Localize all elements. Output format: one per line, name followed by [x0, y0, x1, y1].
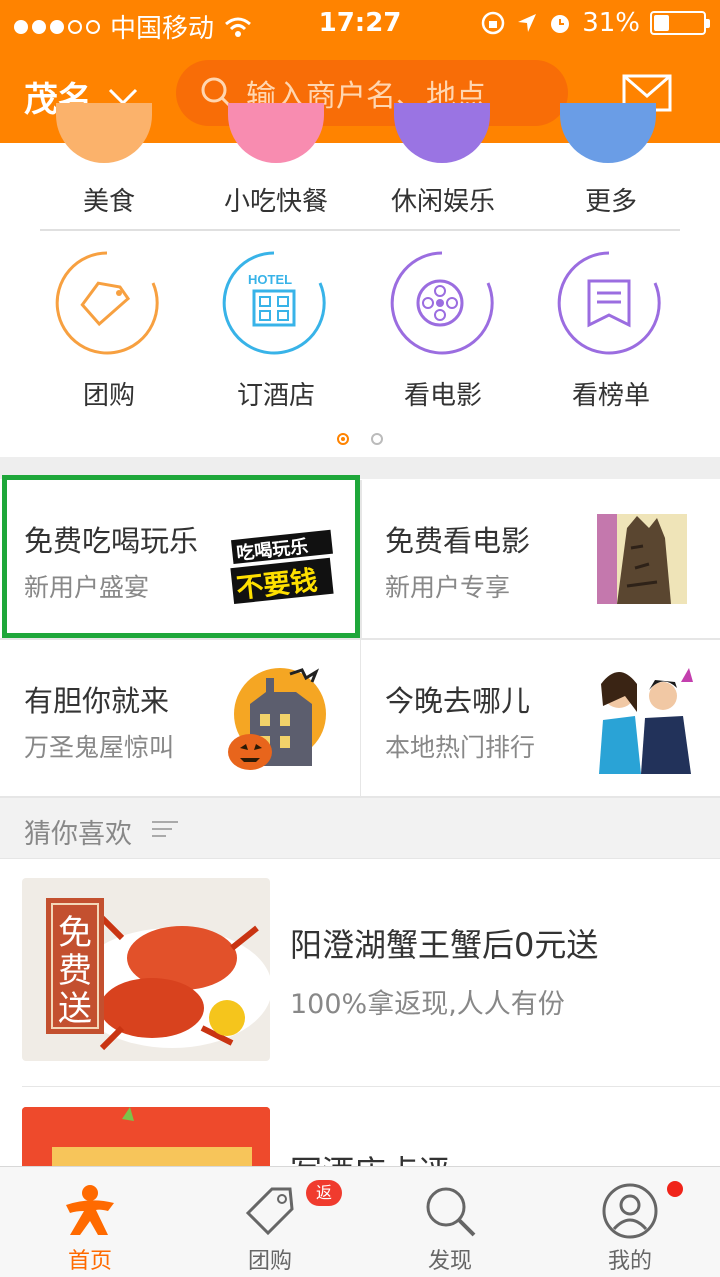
category-food[interactable]: 美食: [24, 181, 194, 218]
home-person-icon: [66, 1185, 114, 1235]
filter-lines-icon: [152, 821, 178, 837]
rebate-badge: 返: [306, 1180, 342, 1206]
page-dot: [371, 433, 383, 445]
category-movie[interactable]: 看电影: [358, 375, 528, 412]
crab-image: 免 费 送: [22, 878, 270, 1061]
review-image: [22, 1107, 270, 1167]
promo-title: 免费看电影: [385, 524, 531, 558]
hotel-icon[interactable]: HOTEL: [222, 251, 326, 355]
crab-stamp-char-3: 送: [58, 989, 92, 1029]
tab-home[interactable]: 首页: [0, 1167, 180, 1277]
promo-subtitle: 万圣鬼屋惊叫: [24, 733, 175, 762]
item-title: 写酒店点评: [290, 1147, 450, 1167]
category-leisure[interactable]: 休闲娱乐: [358, 181, 528, 218]
promo-subtitle: 本地热门排行: [385, 733, 536, 762]
tree-character-image: [597, 514, 687, 604]
ranking-list-icon[interactable]: [557, 251, 661, 355]
page-indicator: [0, 433, 720, 445]
promo-tonight[interactable]: 今晚去哪儿 本地热门排行: [361, 640, 720, 798]
food-icon[interactable]: [56, 103, 152, 163]
promo-free-movie[interactable]: 免费看电影 新用户专享: [361, 480, 720, 638]
category-divider: [40, 229, 680, 231]
item-subtitle: 100%拿返现,人人有份: [290, 989, 565, 1020]
promo-title: 有胆你就来: [24, 684, 170, 718]
haunted-house-image: [228, 668, 326, 770]
promo-title: 今晚去哪儿: [385, 684, 531, 718]
notification-dot: [667, 1181, 683, 1197]
row-divider: [0, 858, 720, 859]
category-more[interactable]: 更多: [526, 181, 696, 218]
status-bar: 中国移动 17:27 31%: [0, 0, 720, 46]
tab-discover[interactable]: 发现: [360, 1167, 540, 1277]
list-item[interactable]: 免 费 送 阳澄湖蟹王蟹后0元送 100%拿返现,人人有份: [0, 860, 720, 1086]
page-dot-active: [337, 433, 349, 445]
alarm-icon: [551, 15, 570, 33]
tab-mine[interactable]: 我的: [540, 1167, 720, 1277]
tab-label: 发现: [427, 1249, 472, 1274]
search-icon: [426, 1187, 476, 1237]
svg-text:HOTEL: HOTEL: [248, 272, 292, 287]
guess-title: 猜你喜欢: [24, 819, 132, 850]
leisure-icon[interactable]: [394, 103, 490, 163]
user-icon: [602, 1183, 658, 1239]
item-title: 阳澄湖蟹王蟹后0元送: [290, 926, 599, 964]
rotation-lock-icon: [481, 11, 505, 35]
category-hotel[interactable]: 订酒店: [191, 375, 361, 412]
promo-subtitle: 新用户专享: [385, 573, 511, 602]
category-ranking[interactable]: 看榜单: [526, 375, 696, 412]
guess-header: 猜你喜欢: [0, 798, 720, 858]
location-icon: [518, 14, 537, 32]
tab-bar: 首页 团购 发现 我的: [0, 1166, 720, 1277]
tag-icon: [245, 1187, 294, 1236]
film-reel-icon[interactable]: [390, 251, 494, 355]
tab-label: 首页: [67, 1249, 112, 1274]
crab-stamp-char-2: 费: [58, 951, 92, 991]
category-group-buy[interactable]: 团购: [24, 375, 194, 412]
tag-icon[interactable]: [55, 251, 159, 355]
category-snack[interactable]: 小吃快餐: [191, 181, 361, 218]
list-item[interactable]: 写酒店点评: [0, 1087, 720, 1167]
highlight-box: [2, 475, 360, 638]
crab-stamp-char-1: 免: [58, 913, 92, 953]
category-grid: 美食 小吃快餐 休闲娱乐 更多 HOTEL 团购 订酒店 看电影 看榜单: [0, 103, 720, 463]
battery-icon: [650, 11, 710, 35]
tab-label: 我的: [607, 1249, 652, 1274]
snack-icon[interactable]: [228, 103, 324, 163]
tab-label: 团购: [247, 1249, 292, 1274]
singers-image: [599, 668, 693, 774]
promo-haunted-house[interactable]: 有胆你就来 万圣鬼屋惊叫: [0, 640, 360, 798]
more-icon[interactable]: [560, 103, 656, 163]
battery-percent: 31%: [582, 8, 640, 38]
